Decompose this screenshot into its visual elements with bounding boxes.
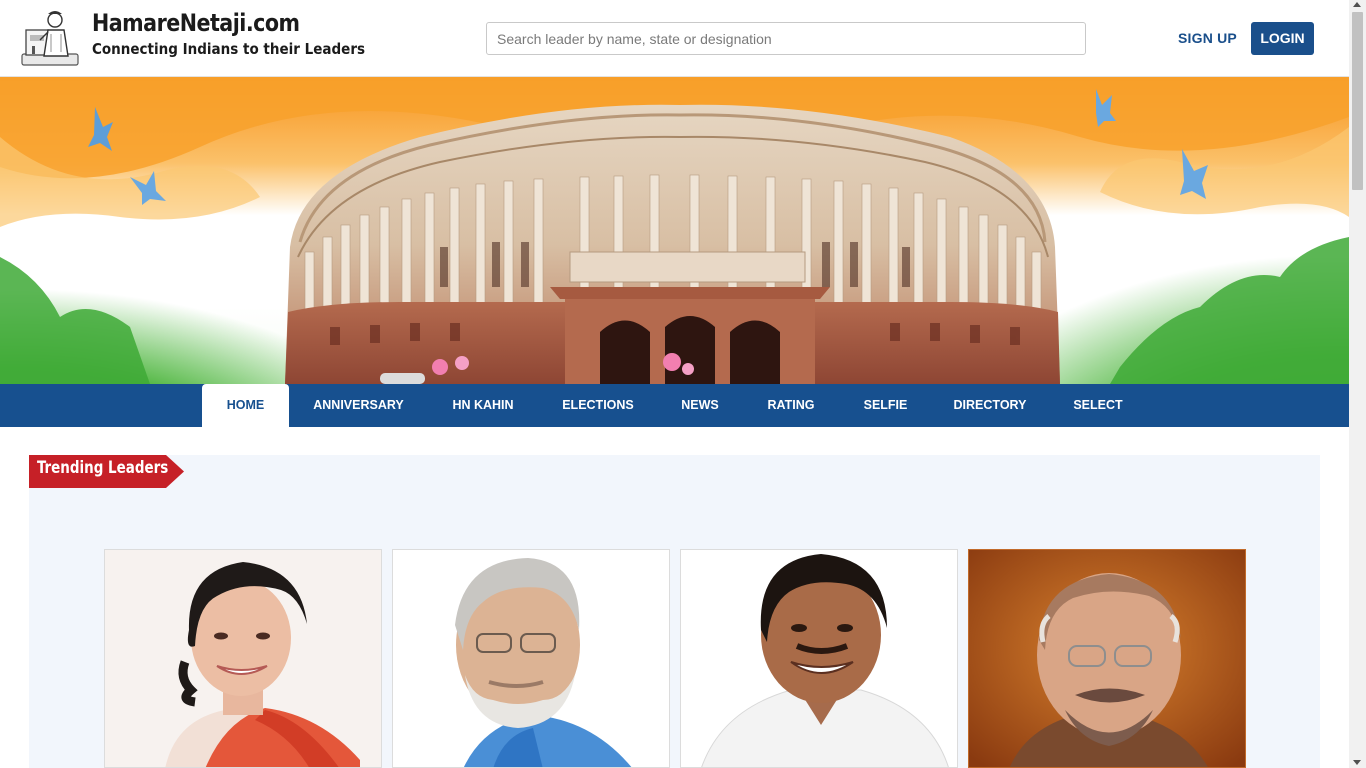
nav-directory[interactable]: DIRECTORY [944, 384, 1036, 427]
nav-hn-kahin[interactable]: HN KAHIN [441, 384, 525, 427]
brand-name[interactable]: HamareNetaji.com [92, 9, 300, 37]
parliament-banner-image [0, 77, 1349, 384]
page: HamareNetaji.com Connecting Indians to t… [0, 0, 1349, 768]
signup-link[interactable]: SIGN UP [1170, 26, 1245, 50]
main-nav: HOME ANNIVERSARY HN KAHIN ELECTIONS NEWS… [0, 384, 1349, 427]
nav-news[interactable]: NEWS [670, 384, 730, 427]
leader-photo [681, 550, 957, 767]
page-scrollbar[interactable] [1349, 0, 1366, 768]
leader-photo [969, 550, 1245, 767]
leader-card[interactable] [392, 549, 670, 768]
scroll-up-arrow-icon[interactable] [1353, 2, 1361, 7]
nav-selfie[interactable]: SELFIE [853, 384, 918, 427]
login-button[interactable]: LOGIN [1251, 22, 1314, 55]
nav-elections[interactable]: ELECTIONS [552, 384, 644, 427]
leader-photo [393, 550, 669, 767]
search-input[interactable] [486, 22, 1086, 55]
leader-photo [105, 550, 381, 767]
leader-card[interactable] [968, 549, 1246, 768]
section-title: Trending Leaders [37, 458, 169, 478]
netaji-logo-icon[interactable] [18, 8, 80, 68]
nav-anniversary[interactable]: ANNIVERSARY [302, 384, 415, 427]
scroll-thumb[interactable] [1352, 12, 1363, 190]
leader-card[interactable] [680, 549, 958, 768]
nav-rating[interactable]: RATING [756, 384, 826, 427]
nav-select[interactable]: SELECT [1063, 384, 1133, 427]
leader-card[interactable] [104, 549, 382, 768]
brand-tagline: Connecting Indians to their Leaders [92, 40, 366, 58]
scroll-down-arrow-icon[interactable] [1353, 760, 1361, 765]
site-header: HamareNetaji.com Connecting Indians to t… [0, 0, 1349, 77]
nav-home[interactable]: HOME [202, 384, 289, 427]
hero-banner [0, 77, 1349, 384]
